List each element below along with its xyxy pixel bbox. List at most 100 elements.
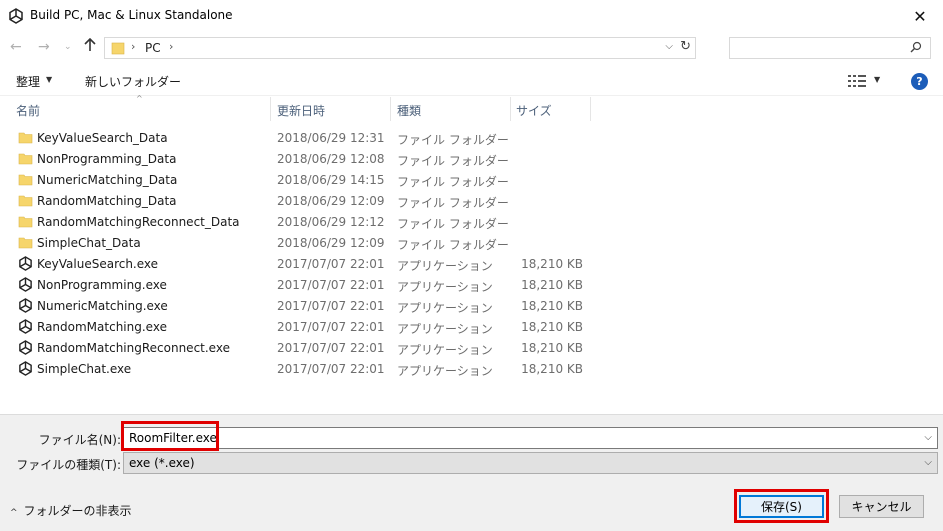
view-options-icon[interactable] <box>848 75 866 87</box>
unity-app-icon <box>19 340 32 355</box>
file-date: 2017/07/07 22:01 <box>277 362 385 376</box>
file-type: アプリケーション <box>397 343 493 357</box>
file-row[interactable]: KeyValueSearch.exe 2017/07/07 22:01 アプリケーシ… <box>0 253 600 274</box>
view-dropdown-icon[interactable]: ▼ <box>874 75 880 84</box>
file-name: RandomMatching.exe <box>37 320 167 334</box>
help-icon[interactable]: ? <box>911 73 928 90</box>
folder-icon <box>18 153 33 165</box>
file-name: KeyValueSearch_Data <box>37 131 168 145</box>
breadcrumb-separator: › <box>131 40 136 53</box>
file-size: 18,210 KB <box>521 341 583 355</box>
filename-dropdown-icon[interactable]: ⌵ <box>924 432 932 443</box>
file-name: RandomMatchingReconnect.exe <box>37 341 230 355</box>
filename-input[interactable]: RoomFilter.exe ⌵ <box>123 427 938 449</box>
file-size: 18,210 KB <box>521 299 583 313</box>
column-type[interactable]: 種類 <box>397 102 421 119</box>
close-button[interactable]: ✕ <box>897 0 943 32</box>
filetype-select[interactable]: exe (*.exe) ⌵ <box>123 452 938 474</box>
file-row[interactable]: RandomMatching_Data 2018/06/29 12:09 ファイル … <box>0 190 600 211</box>
file-type: ファイル フォルダー <box>397 238 509 252</box>
file-name: NumericMatching_Data <box>37 173 178 187</box>
file-row[interactable]: SimpleChat.exe 2017/07/07 22:01 アプリケーション 18… <box>0 358 600 379</box>
folder-icon <box>18 216 33 228</box>
column-divider[interactable] <box>510 97 511 121</box>
file-date: 2017/07/07 22:01 <box>277 320 385 334</box>
column-size[interactable]: サイズ <box>516 102 552 119</box>
command-bar: 整理 ▼ 新しいフォルダー ▼ <box>0 66 943 96</box>
file-row[interactable]: SimpleChat_Data 2018/06/29 12:09 ファイル フォルダ… <box>0 232 600 253</box>
file-row[interactable]: KeyValueSearch_Data 2018/06/29 12:31 ファイル … <box>0 127 600 148</box>
cancel-button[interactable]: キャンセル <box>839 495 924 518</box>
file-row[interactable]: NumericMatching.exe 2017/07/07 22:01 アプリケー… <box>0 295 600 316</box>
unity-app-icon <box>19 361 32 376</box>
file-row[interactable]: RandomMatchingReconnect.exe 2017/07/07 22… <box>0 337 600 358</box>
breadcrumb-pc[interactable]: PC <box>145 41 161 55</box>
forward-button[interactable]: → <box>38 39 50 55</box>
address-dropdown-icon[interactable]: ⌵ <box>665 41 673 52</box>
new-folder-button[interactable]: 新しいフォルダー <box>85 73 181 90</box>
file-name: NonProgramming_Data <box>37 152 177 166</box>
recent-locations-chevron-icon[interactable]: ⌄ <box>64 42 72 52</box>
file-type: ファイル フォルダー <box>397 154 509 168</box>
file-type: ファイル フォルダー <box>397 133 509 147</box>
column-divider[interactable] <box>590 97 591 121</box>
unity-app-icon <box>19 319 32 334</box>
file-type: アプリケーション <box>397 322 493 336</box>
organize-button[interactable]: 整理 <box>16 73 40 90</box>
column-name[interactable]: 名前 <box>16 102 40 119</box>
up-arrow-icon <box>84 37 96 51</box>
address-box[interactable]: › PC › ⌵ ↻ <box>104 37 696 59</box>
file-date: 2017/07/07 22:01 <box>277 278 385 292</box>
file-date: 2018/06/29 14:15 <box>277 173 385 187</box>
file-name: RandomMatching_Data <box>37 194 177 208</box>
unity-app-icon <box>19 277 32 292</box>
folder-icon <box>18 237 33 249</box>
save-highlight-box <box>734 489 829 523</box>
collapse-chevron-icon: ^ <box>10 508 18 518</box>
file-row[interactable]: NonProgramming.exe 2017/07/07 22:01 アプリケーシ… <box>0 274 600 295</box>
sort-ascending-icon: ^ <box>136 94 143 103</box>
file-size: 18,210 KB <box>521 278 583 292</box>
column-date[interactable]: 更新日時 <box>277 102 325 119</box>
filename-label: ファイル名(N): <box>38 433 121 447</box>
hide-folders-button[interactable]: ^ フォルダーの非表示 <box>10 502 132 519</box>
file-row[interactable]: RandomMatchingReconnect_Data 2018/06/29 1… <box>0 211 600 232</box>
file-date: 2017/07/07 22:01 <box>277 341 385 355</box>
file-row[interactable]: RandomMatching.exe 2017/07/07 22:01 アプリケーシ… <box>0 316 600 337</box>
file-date: 2018/06/29 12:09 <box>277 236 385 250</box>
up-arrow-button[interactable] <box>84 37 96 56</box>
title-bar: Build PC, Mac & Linux Standalone ✕ <box>0 0 943 32</box>
file-date: 2017/07/07 22:01 <box>277 299 385 313</box>
column-header: ^ 名前 更新日時 種類 サイズ <box>0 94 943 121</box>
organize-dropdown-icon[interactable]: ▼ <box>46 75 52 84</box>
file-type: アプリケーション <box>397 364 493 378</box>
column-divider[interactable] <box>390 97 391 121</box>
file-row[interactable]: NonProgramming_Data 2018/06/29 12:08 ファイル … <box>0 148 600 169</box>
window-title: Build PC, Mac & Linux Standalone <box>30 8 233 22</box>
filetype-value[interactable]: exe (*.exe) <box>129 456 195 470</box>
refresh-icon[interactable]: ↻ <box>680 39 691 54</box>
file-size: 18,210 KB <box>521 362 583 376</box>
file-size: 18,210 KB <box>521 257 583 271</box>
back-button[interactable]: ← <box>10 39 22 55</box>
folder-icon <box>111 42 125 55</box>
column-divider[interactable] <box>270 97 271 121</box>
filetype-dropdown-icon[interactable]: ⌵ <box>924 457 932 468</box>
breadcrumb-separator[interactable]: › <box>169 40 173 53</box>
file-name: SimpleChat.exe <box>37 362 132 376</box>
file-date: 2018/06/29 12:31 <box>277 131 385 145</box>
unity-logo-icon <box>9 8 23 24</box>
file-type: アプリケーション <box>397 301 493 315</box>
filetype-label: ファイルの種類(T): <box>16 458 121 472</box>
file-row[interactable]: NumericMatching_Data 2018/06/29 14:15 ファイル… <box>0 169 600 190</box>
file-size: 18,210 KB <box>521 320 583 334</box>
search-input[interactable] <box>729 37 931 59</box>
file-date: 2018/06/29 12:09 <box>277 194 385 208</box>
unity-app-icon <box>19 256 32 271</box>
file-type: ファイル フォルダー <box>397 175 509 189</box>
file-name: SimpleChat_Data <box>37 236 141 250</box>
file-type: アプリケーション <box>397 280 493 294</box>
file-type: アプリケーション <box>397 259 493 273</box>
folder-icon <box>18 174 33 186</box>
search-icon[interactable] <box>910 41 922 53</box>
